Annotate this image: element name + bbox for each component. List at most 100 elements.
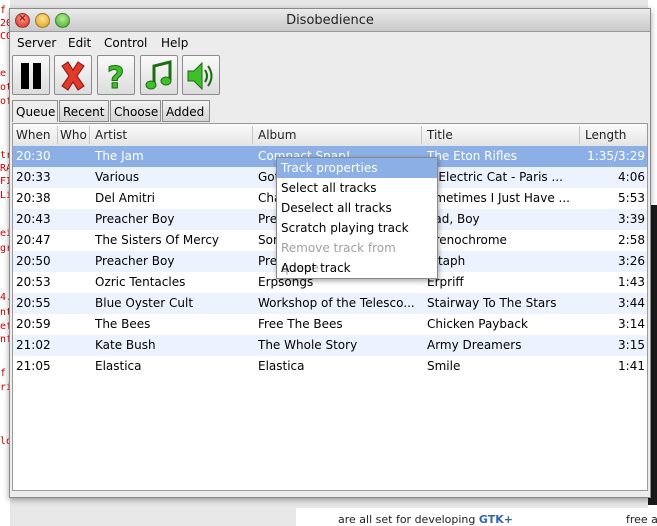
cell-title: Stairway To The Stars — [427, 296, 557, 310]
cell-artist: Various — [95, 170, 140, 184]
cell-album: The Whole Story — [258, 338, 358, 352]
context-menu-item[interactable]: Track properties — [277, 158, 437, 178]
context-menu-item[interactable]: Adopt track — [277, 258, 437, 278]
column-header-who[interactable]: Who — [60, 128, 87, 142]
context-menu-item[interactable]: Select all tracks — [277, 178, 437, 198]
remove-icon — [61, 61, 85, 91]
cell-title: Army Dreamers — [427, 338, 522, 352]
context-menu-item: Remove track from queue — [281, 241, 396, 275]
bg-fragment: f — [0, 368, 7, 379]
tab-queue[interactable]: Queue — [12, 100, 58, 122]
cell-length: 2:58 — [618, 233, 645, 247]
column-divider[interactable] — [421, 126, 422, 144]
column-header-length[interactable]: Length — [585, 128, 626, 142]
music-button[interactable] — [140, 55, 178, 95]
cell-artist: The Bees — [95, 317, 151, 331]
cell-album: Workshop of the Telesco... — [258, 296, 415, 310]
cell-artist: Blue Oyster Cult — [95, 296, 194, 310]
help-button[interactable]: ? — [97, 55, 135, 95]
tab-added[interactable]: Added — [162, 100, 210, 122]
table-row[interactable]: 20:59 The Bees Free The Bees Chicken Paybac… — [13, 314, 647, 335]
cell-album: Free The Bees — [258, 317, 343, 331]
cell-length: 3:39 — [618, 212, 645, 226]
cell-length: 3:14 — [618, 317, 645, 331]
menu-edit[interactable]: Edit — [68, 36, 91, 50]
menu-bar: Server Edit Control Help — [10, 32, 650, 52]
cell-artist: The Sisters Of Mercy — [95, 233, 220, 247]
cell-when: 20:59 — [16, 317, 51, 331]
cell-title: Smile — [427, 359, 461, 373]
bg-fragment: e — [0, 68, 7, 79]
context-menu-item[interactable]: Deselect all tracks — [277, 198, 437, 218]
tab-recent[interactable]: Recent — [59, 100, 109, 122]
context-menu: Track properties Select all tracks Deselec… — [276, 157, 438, 279]
volume-icon — [187, 61, 213, 91]
cell-length: 5:53 — [618, 191, 645, 205]
cell-length: 1:41 — [618, 359, 645, 373]
cell-artist: Ozric Tentacles — [95, 275, 186, 289]
cell-title: The Eton Rifles — [427, 149, 518, 163]
window-title: Disobedience — [286, 13, 374, 28]
cell-length: 3:44 — [618, 296, 645, 310]
music-icon — [145, 60, 172, 90]
pause-button[interactable] — [12, 55, 50, 95]
menu-help[interactable]: Help — [161, 36, 188, 50]
cell-when: 20:50 — [16, 254, 51, 268]
cell-when: 20:53 — [16, 275, 51, 289]
column-divider[interactable] — [252, 126, 253, 144]
cell-title: ead, Boy — [427, 212, 480, 226]
cell-title: Chicken Payback — [427, 317, 528, 331]
cell-artist: Preacher Boy — [95, 254, 175, 268]
tab-choose[interactable]: Choose — [110, 100, 161, 122]
background-browser-text: are all set for developing GTK+ free a — [296, 508, 657, 526]
cell-title: ometimes I Just Have ... — [427, 191, 570, 205]
svg-text:?: ? — [107, 61, 124, 92]
cell-when: 21:02 — [16, 338, 51, 352]
remove-button[interactable] — [54, 55, 92, 95]
cell-length: 3:26 — [618, 254, 645, 268]
cell-title: Erpriff — [427, 275, 464, 289]
cell-title: pitaph — [427, 254, 466, 268]
menu-control[interactable]: Control — [104, 36, 147, 50]
bg-bottom-prefix: are all set for developing — [338, 513, 479, 526]
bg-bottom-text: are all set for developing GTK+ — [338, 513, 513, 526]
bg-bottom-link[interactable]: GTK+ — [479, 513, 513, 526]
cell-artist: Del Amitri — [95, 191, 155, 205]
cell-artist: Elastica — [95, 359, 142, 373]
cell-artist: Kate Bush — [95, 338, 156, 352]
cell-artist: The Jam — [95, 149, 144, 163]
cell-when: 20:55 — [16, 296, 51, 310]
cell-when: 21:05 — [16, 359, 51, 373]
bg-bottom-right-text: free a — [626, 513, 657, 526]
menu-server[interactable]: Server — [17, 36, 56, 50]
cell-length: 4:06 — [618, 170, 645, 184]
column-header-when[interactable]: When — [16, 128, 50, 142]
column-header-artist[interactable]: Artist — [95, 128, 127, 142]
volume-button[interactable] — [182, 55, 220, 95]
title-bar[interactable]: × Disobedience — [10, 9, 650, 32]
context-menu-item[interactable]: Scratch playing track — [277, 218, 437, 238]
cell-length: 3:15 — [618, 338, 645, 352]
pause-icon — [21, 63, 41, 89]
cell-length: 1:43 — [618, 275, 645, 289]
column-divider[interactable] — [89, 126, 90, 144]
column-divider[interactable] — [57, 126, 58, 144]
table-row[interactable]: 20:55 Blue Oyster Cult Workshop of the Tel… — [13, 293, 647, 314]
table-header: When Who Artist Album Title Length — [13, 124, 647, 147]
cell-title: g Electric Cat - Paris ... — [427, 170, 563, 184]
column-header-album[interactable]: Album — [258, 128, 296, 142]
cell-when: 20:47 — [16, 233, 51, 247]
column-divider[interactable] — [579, 126, 580, 144]
cell-length: 1:35/3:29 — [587, 149, 645, 163]
cell-title: drenochrome — [427, 233, 507, 247]
cell-album: Elastica — [258, 359, 305, 373]
cell-when: 20:33 — [16, 170, 51, 184]
table-row[interactable]: 21:05 Elastica Elastica Smile 1:41 — [13, 356, 647, 377]
cell-when: 20:43 — [16, 212, 51, 226]
help-icon: ? — [107, 61, 125, 93]
cell-when: 20:30 — [16, 149, 51, 163]
cell-when: 20:38 — [16, 191, 51, 205]
cell-artist: Preacher Boy — [95, 212, 175, 226]
table-row[interactable]: 21:02 Kate Bush The Whole Story Army Dreame… — [13, 335, 647, 356]
column-header-title[interactable]: Title — [427, 128, 453, 142]
